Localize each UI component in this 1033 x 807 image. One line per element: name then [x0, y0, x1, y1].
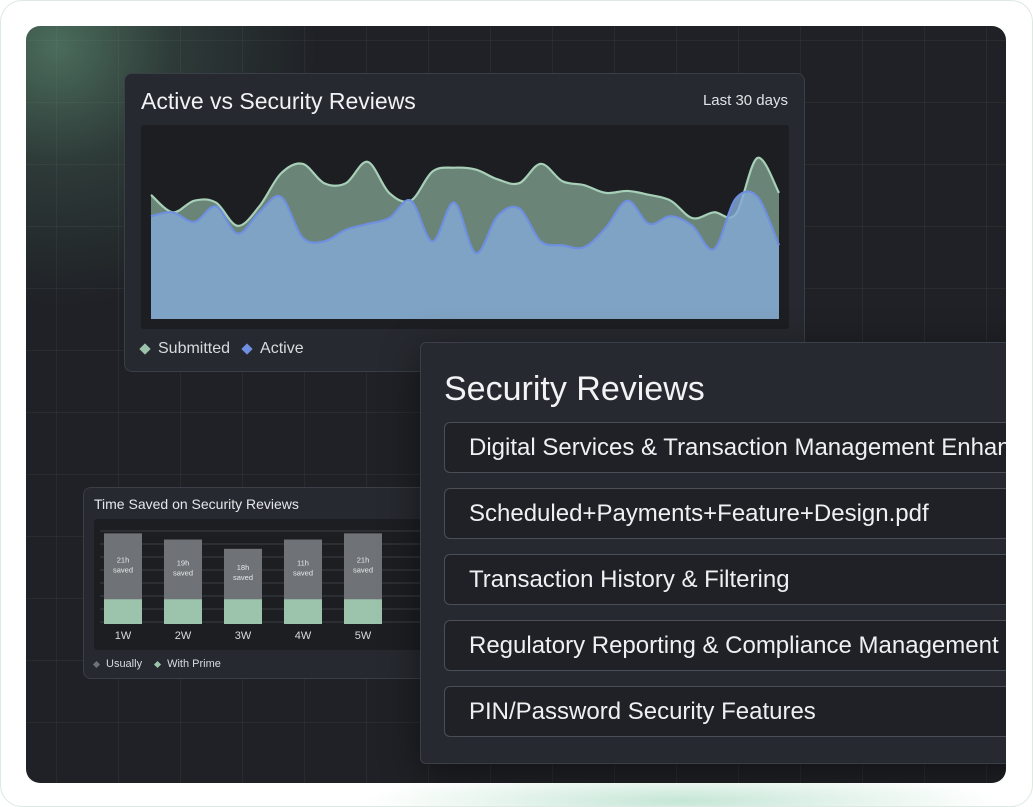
security-reviews-panel: Security Reviews Digital Services & Tran…: [420, 342, 1006, 764]
bar-chart-legend: Usually With Prime: [92, 658, 234, 670]
bar-with-prime-5W: [344, 599, 382, 624]
bar-label-4W-1: saved: [293, 568, 313, 577]
security-reviews-title: Security Reviews: [444, 370, 705, 408]
area-chart-title: Active vs Security Reviews: [141, 88, 416, 114]
tick-label-5W: 5W: [355, 630, 372, 642]
bar-label-5W-0: 21h: [357, 555, 370, 564]
area-chart-legend: Submitted Active: [139, 340, 317, 358]
area-chart-plot: [141, 125, 789, 329]
dashboard-stage: Active vs Security Reviews Last 30 days …: [26, 26, 1006, 783]
bar-label-5W-1: saved: [353, 565, 373, 574]
review-item-0[interactable]: Digital Services & Transaction Managemen…: [444, 422, 1006, 473]
bar-label-3W-0: 18h: [237, 563, 250, 572]
active-legend-label: Active: [260, 340, 304, 357]
review-item-3[interactable]: Regulatory Reporting & Compliance Manage…: [444, 620, 1006, 671]
bar-with-prime-3W: [224, 599, 262, 624]
with-prime-legend-icon: [154, 660, 162, 668]
security-reviews-list: Digital Services & Transaction Managemen…: [444, 422, 1006, 752]
bar-label-1W-1: saved: [113, 565, 133, 574]
area-chart-card: Active vs Security Reviews Last 30 days …: [124, 73, 805, 372]
bar-with-prime-1W: [104, 599, 142, 624]
usually-legend-icon: [92, 660, 101, 668]
active-legend-icon: [241, 343, 253, 355]
review-item-1[interactable]: Scheduled+Payments+Feature+Design.pdf: [444, 488, 1006, 539]
bar-label-3W-1: saved: [233, 573, 253, 582]
bar-label-4W-0: 11h: [297, 558, 309, 567]
tick-label-3W: 3W: [235, 630, 252, 642]
bar-chart-title: Time Saved on Security Reviews: [94, 496, 299, 512]
tick-label-1W: 1W: [115, 630, 132, 642]
tick-label-2W: 2W: [175, 630, 192, 642]
usually-legend-label: Usually: [106, 658, 143, 670]
tick-label-4W: 4W: [295, 630, 312, 642]
with-prime-legend-label: With Prime: [167, 658, 221, 670]
review-item-4[interactable]: PIN/Password Security Features: [444, 686, 1006, 737]
review-item-2[interactable]: Transaction History & Filtering: [444, 554, 1006, 605]
submitted-legend-icon: [139, 343, 151, 355]
bar-label-1W-0: 21h: [117, 555, 130, 564]
outer-frame: Active vs Security Reviews Last 30 days …: [0, 0, 1033, 807]
bar-label-2W-1: saved: [173, 568, 193, 577]
bar-with-prime-4W: [284, 599, 322, 624]
bar-with-prime-2W: [164, 599, 202, 624]
date-range-label[interactable]: Last 30 days: [703, 92, 788, 109]
bar-label-2W-0: 19h: [177, 558, 190, 567]
submitted-legend-label: Submitted: [158, 340, 231, 357]
area-chart-svg: [150, 156, 781, 319]
